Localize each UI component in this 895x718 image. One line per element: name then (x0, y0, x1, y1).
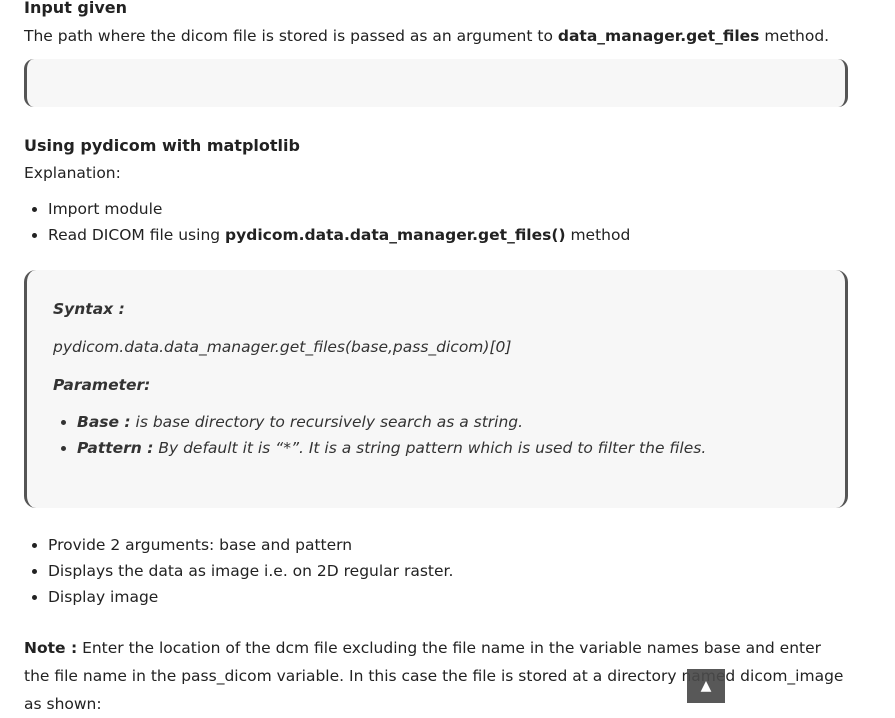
empty-code-block (24, 59, 848, 107)
explanation-list: Import module Read DICOM file using pydi… (24, 196, 848, 248)
input-text-before: The path where the dicom file is stored … (24, 27, 558, 45)
steps-list: Provide 2 arguments: base and pattern Di… (24, 532, 848, 610)
bullet-text: Import module (48, 200, 163, 218)
article-content: Input given The path where the dicom fil… (24, 0, 848, 718)
parameter-item: Pattern : By default it is “*”. It is a … (77, 435, 819, 461)
input-given-text: The path where the dicom file is stored … (24, 23, 848, 49)
list-item: Display image (48, 584, 848, 610)
list-item: Displays the data as image i.e. on 2D re… (48, 558, 848, 584)
syntax-code: pydicom.data.data_manager.get_files(base… (53, 338, 512, 356)
input-text-after: method. (759, 27, 830, 45)
list-item: Provide 2 arguments: base and pattern (48, 532, 848, 558)
parameter-name: Pattern : (77, 439, 154, 457)
explanation-label: Explanation: (24, 164, 121, 182)
parameter-name: Base : (77, 413, 131, 431)
input-given-heading: Input given (24, 0, 128, 17)
list-item: Import module (48, 196, 848, 222)
syntax-label: Syntax : (53, 300, 125, 318)
parameter-desc: is base directory to recursively search … (130, 413, 524, 431)
parameter-desc: By default it is “*”. It is a string pat… (153, 439, 707, 457)
pydicom-heading: Using pydicom with matplotlib (24, 136, 300, 155)
note-label: Note : (24, 639, 78, 657)
up-arrow-icon: ▲ (700, 678, 712, 694)
parameter-list: Base : is base directory to recursively … (53, 409, 819, 461)
list-item: Read DICOM file using pydicom.data.data_… (48, 222, 848, 248)
syntax-block: Syntax : pydicom.data.data_manager.get_f… (24, 270, 848, 508)
bullet-text-bold: pydicom.data.data_manager.get_files() (225, 226, 566, 244)
bullet-text-after: method (565, 226, 631, 244)
scroll-to-top-button[interactable]: ▲ (687, 669, 725, 703)
parameter-label: Parameter: (53, 376, 151, 394)
bullet-text-before: Read DICOM file using (48, 226, 226, 244)
input-text-bold: data_manager.get_files (557, 27, 760, 45)
parameter-item: Base : is base directory to recursively … (77, 409, 819, 435)
